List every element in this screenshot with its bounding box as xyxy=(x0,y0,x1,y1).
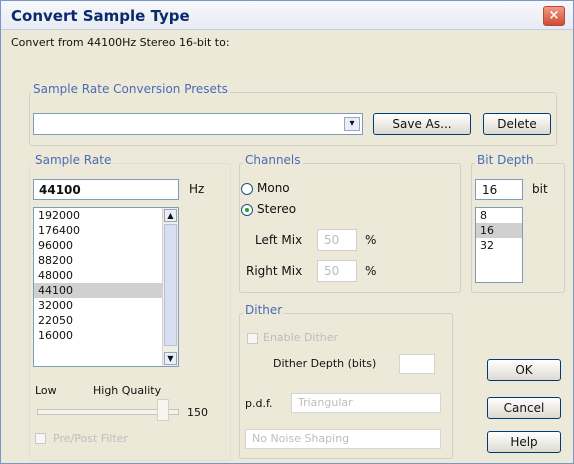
right-mix-label: Right Mix xyxy=(246,264,303,278)
presets-combo[interactable]: ▾ xyxy=(33,113,363,135)
right-mix-percent: % xyxy=(365,264,377,278)
list-item[interactable]: 32000 xyxy=(34,298,178,313)
pdf-select[interactable]: Triangular xyxy=(291,393,441,413)
pre-post-filter-checkbox[interactable] xyxy=(35,433,46,444)
close-icon: × xyxy=(548,8,560,23)
pdf-select-value: Triangular xyxy=(298,396,353,409)
bit-depth-list[interactable]: 8 16 32 xyxy=(475,207,523,283)
list-item[interactable]: 48000 xyxy=(34,268,178,283)
scroll-thumb[interactable] xyxy=(164,224,177,346)
quality-high-label: High Quality xyxy=(93,384,162,397)
bit-depth-input-value: 16 xyxy=(482,183,498,197)
bit-depth-group-label: Bit Depth xyxy=(475,153,536,167)
enable-dither-label: Enable Dither xyxy=(263,331,339,344)
ok-button[interactable]: OK xyxy=(487,359,561,381)
delete-button[interactable]: Delete xyxy=(483,113,551,135)
list-item[interactable]: 88200 xyxy=(34,253,178,268)
list-item[interactable]: 44100 xyxy=(34,283,178,298)
sample-rate-items: 192000 176400 96000 88200 48000 44100 32000 220… xyxy=(34,208,178,343)
right-mix-input[interactable]: 50 xyxy=(317,260,357,282)
list-item[interactable]: 96000 xyxy=(34,238,178,253)
dither-group-label: Dither xyxy=(243,303,285,317)
list-item[interactable]: 8 xyxy=(476,208,522,223)
right-mix-value: 50 xyxy=(324,264,340,278)
chevron-down-icon[interactable]: ▾ xyxy=(344,117,360,131)
quality-low-label: Low xyxy=(35,384,57,397)
bit-depth-items: 8 16 32 xyxy=(476,208,522,253)
left-mix-percent: % xyxy=(365,233,377,247)
convert-from-text: Convert from 44100Hz Stereo 16-bit to: xyxy=(11,36,230,49)
list-item[interactable]: 22050 xyxy=(34,313,178,328)
list-item[interactable]: 176400 xyxy=(34,223,178,238)
channels-group-label: Channels xyxy=(243,153,303,167)
list-item[interactable]: 16 xyxy=(476,223,522,238)
dither-depth-label: Dither Depth (bits) xyxy=(273,357,377,370)
left-mix-value: 50 xyxy=(324,233,340,247)
mono-radio[interactable] xyxy=(241,183,253,195)
stereo-radio[interactable] xyxy=(241,204,253,216)
list-item[interactable]: 16000 xyxy=(34,328,178,343)
sample-rate-input-value: 44100 xyxy=(39,183,81,197)
sample-rate-scrollbar[interactable]: ▲ ▼ xyxy=(162,208,178,366)
quality-slider-thumb[interactable] xyxy=(157,399,169,421)
scroll-up-icon[interactable]: ▲ xyxy=(164,209,177,222)
enable-dither-checkbox[interactable] xyxy=(247,333,258,344)
save-as-button[interactable]: Save As... xyxy=(373,113,471,135)
sample-rate-group-label: Sample Rate xyxy=(33,153,114,167)
scroll-down-icon[interactable]: ▼ xyxy=(164,352,177,365)
sample-rate-unit: Hz xyxy=(189,182,205,196)
bit-depth-unit: bit xyxy=(532,182,548,196)
noise-shaping-select[interactable]: No Noise Shaping xyxy=(245,429,441,449)
noise-shaping-value: No Noise Shaping xyxy=(252,432,350,445)
mono-label: Mono xyxy=(257,181,290,195)
list-item[interactable]: 192000 xyxy=(34,208,178,223)
help-button[interactable]: Help xyxy=(487,431,561,453)
pdf-label: p.d.f. xyxy=(245,397,273,410)
dither-depth-input[interactable] xyxy=(399,354,435,374)
bit-depth-input[interactable]: 16 xyxy=(475,179,523,200)
list-item[interactable]: 32 xyxy=(476,238,522,253)
left-mix-label: Left Mix xyxy=(255,233,303,247)
title-bar: Convert Sample Type × xyxy=(1,1,573,30)
convert-sample-type-dialog: Convert Sample Type × Convert from 44100… xyxy=(0,0,574,464)
stereo-selected-dot xyxy=(245,208,249,212)
sample-rate-list[interactable]: 192000 176400 96000 88200 48000 44100 32000 220… xyxy=(33,207,179,367)
dialog-title: Convert Sample Type xyxy=(11,7,190,25)
left-mix-input[interactable]: 50 xyxy=(317,229,357,251)
presets-group-label: Sample Rate Conversion Presets xyxy=(31,82,230,96)
sample-rate-input[interactable]: 44100 xyxy=(33,179,179,200)
cancel-button[interactable]: Cancel xyxy=(487,397,561,419)
stereo-label: Stereo xyxy=(257,202,297,216)
quality-value: 150 xyxy=(187,406,208,419)
close-button[interactable]: × xyxy=(543,6,565,26)
pre-post-filter-label: Pre/Post Filter xyxy=(53,432,128,445)
